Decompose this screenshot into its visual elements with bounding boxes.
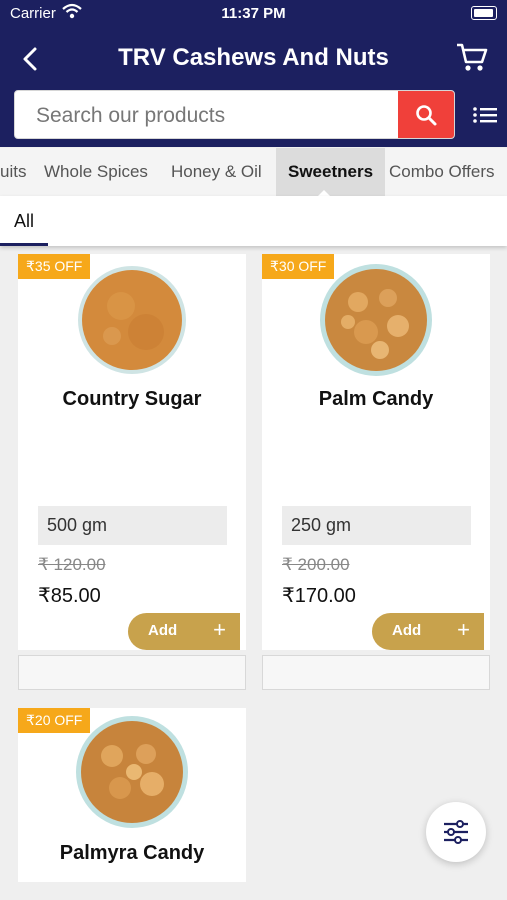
discount-badge: ₹20 OFF bbox=[18, 708, 91, 733]
tab-combo-offers[interactable]: Combo Offers bbox=[377, 148, 507, 196]
product-name: Palm Candy bbox=[318, 388, 434, 410]
weight-selector[interactable]: 500 gm bbox=[38, 506, 227, 545]
battery-icon bbox=[471, 6, 497, 20]
subtab-all[interactable]: All bbox=[0, 196, 48, 246]
list-view-icon[interactable] bbox=[472, 103, 498, 127]
product-card[interactable]: ₹20 OFF Palmyra Candy bbox=[18, 708, 246, 882]
sale-price: ₹170.00 bbox=[282, 585, 356, 607]
product-image[interactable] bbox=[318, 262, 434, 378]
app-header: Carrier 11:37 PM TRV Cashews And Nuts bbox=[0, 0, 507, 147]
search-bar bbox=[14, 90, 455, 139]
sale-price: ₹85.00 bbox=[38, 585, 101, 607]
search-icon bbox=[416, 104, 437, 125]
tab-honey-oil[interactable]: Honey & Oil bbox=[159, 148, 274, 196]
quantity-box[interactable] bbox=[18, 655, 246, 690]
filter-button[interactable] bbox=[426, 802, 486, 862]
original-price: ₹ 120.00 bbox=[38, 555, 106, 574]
plus-icon: + bbox=[213, 617, 226, 642]
add-to-cart-button[interactable]: Add + bbox=[128, 613, 240, 650]
clock: 11:37 PM bbox=[221, 5, 286, 22]
quantity-box[interactable] bbox=[262, 655, 490, 690]
top-bar: TRV Cashews And Nuts bbox=[0, 34, 507, 84]
discount-badge: ₹35 OFF bbox=[18, 254, 91, 279]
search-button[interactable] bbox=[398, 91, 454, 138]
page-title: TRV Cashews And Nuts bbox=[118, 44, 389, 71]
product-image[interactable] bbox=[74, 714, 190, 830]
cart-icon[interactable] bbox=[455, 40, 489, 74]
product-card[interactable]: ₹35 OFF Country Sugar 500 gm ₹ 120.00 ₹8… bbox=[18, 254, 246, 650]
status-bar: Carrier 11:37 PM bbox=[0, 0, 507, 28]
product-image[interactable] bbox=[76, 264, 188, 376]
search-input[interactable] bbox=[15, 91, 418, 138]
discount-badge: ₹30 OFF bbox=[262, 254, 335, 279]
product-name: Country Sugar bbox=[62, 388, 202, 410]
add-button-label: Add bbox=[148, 622, 178, 639]
filter-sliders-icon bbox=[444, 820, 468, 844]
tab-sweetners[interactable]: Sweetners bbox=[276, 148, 386, 196]
tab-whole-spices[interactable]: Whole Spices bbox=[32, 148, 160, 196]
category-tabs: uits Whole Spices Honey & Oil Sweetners … bbox=[0, 148, 507, 196]
original-price: ₹ 200.00 bbox=[282, 555, 350, 574]
add-to-cart-button[interactable]: Add + bbox=[372, 613, 484, 650]
plus-icon: + bbox=[457, 617, 470, 642]
product-name: Palmyra Candy bbox=[59, 842, 205, 864]
product-card[interactable]: ₹30 OFF Palm Candy 250 gm ₹ 200.00 ₹170.… bbox=[262, 254, 490, 650]
subcategory-tabs: All bbox=[0, 196, 507, 246]
weight-selector[interactable]: 250 gm bbox=[282, 506, 471, 545]
add-button-label: Add bbox=[392, 622, 422, 639]
